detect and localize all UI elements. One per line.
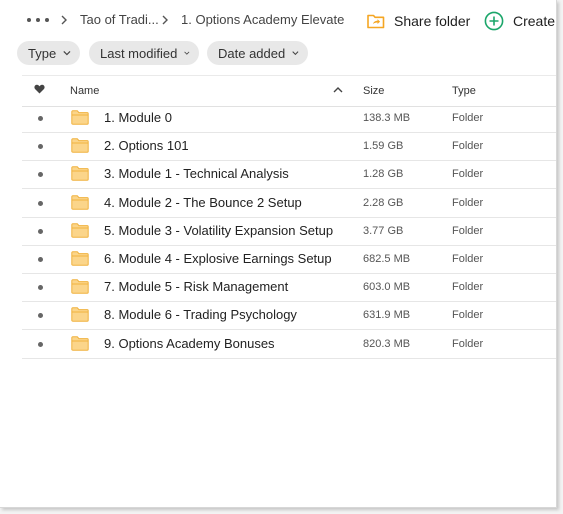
- folder-icon: [71, 138, 89, 153]
- breadcrumb-item-parent[interactable]: Tao of Tradi...: [80, 12, 159, 27]
- plus-circle-icon: [484, 11, 504, 31]
- sort-ascending-icon[interactable]: [333, 86, 343, 93]
- file-size: 1.28 GB: [363, 168, 404, 181]
- column-header-type[interactable]: Type: [452, 85, 476, 97]
- chevron-down-icon: [63, 51, 71, 56]
- table-row[interactable]: 5. Module 3 - Volatility Expansion Setup…: [22, 217, 556, 246]
- file-name[interactable]: 3. Module 1 - Technical Analysis: [104, 166, 289, 181]
- file-size: 631.9 MB: [363, 309, 411, 322]
- file-name[interactable]: 1. Module 0: [104, 110, 172, 125]
- table-row[interactable]: 1. Module 0 138.3 MB Folder: [22, 104, 556, 133]
- file-name[interactable]: 7. Module 5 - Risk Management: [104, 279, 288, 294]
- table-row[interactable]: 4. Module 2 - The Bounce 2 Setup 2.28 GB F…: [22, 189, 556, 218]
- file-size: 682.5 MB: [363, 253, 411, 265]
- chevron-right-icon: [61, 15, 67, 25]
- folder-icon: [71, 194, 89, 210]
- folder-icon: [71, 166, 89, 182]
- table-header: Name Size Type: [22, 75, 556, 107]
- folder-icon: [71, 110, 89, 125]
- filter-type[interactable]: Type: [17, 41, 80, 65]
- file-type: Folder: [452, 196, 484, 209]
- file-type: Folder: [452, 309, 484, 322]
- favorite-toggle[interactable]: [38, 172, 43, 178]
- shared-folder-icon: [367, 14, 385, 29]
- file-type: Folder: [452, 224, 484, 237]
- file-name[interactable]: 2. Options 101: [104, 138, 189, 153]
- favorite-toggle[interactable]: [38, 257, 43, 262]
- heart-icon[interactable]: [34, 84, 45, 94]
- file-type: Folder: [452, 112, 484, 124]
- table-row[interactable]: 7. Module 5 - Risk Management 603.0 MB Fol…: [22, 273, 556, 303]
- favorite-toggle[interactable]: [38, 285, 43, 291]
- file-size: 820.3 MB: [363, 337, 411, 350]
- file-size: 138.3 MB: [363, 112, 411, 124]
- file-browser-window: Tao of Tradi... 1. Options Academy Eleva…: [0, 0, 557, 508]
- favorite-toggle[interactable]: [38, 116, 43, 121]
- favorite-toggle[interactable]: [38, 341, 43, 347]
- share-folder-button[interactable]: Share folder: [367, 10, 470, 32]
- table-row[interactable]: 9. Options Academy Bonuses 820.3 MB Folder: [22, 330, 556, 359]
- file-type: Folder: [452, 168, 484, 181]
- file-type: Folder: [452, 337, 484, 350]
- column-header-name[interactable]: Name: [70, 85, 99, 97]
- breadcrumb: Tao of Tradi... 1. Options Academy Eleva…: [0, 0, 556, 40]
- table-row[interactable]: 6. Module 4 - Explosive Earnings Setup 68…: [22, 245, 556, 274]
- filter-type-label: Type: [28, 45, 57, 61]
- file-name[interactable]: 9. Options Academy Bonuses: [104, 336, 275, 351]
- share-folder-label: Share folder: [394, 13, 471, 29]
- folder-icon: [71, 335, 89, 351]
- file-type: Folder: [452, 140, 484, 153]
- table-row[interactable]: 2. Options 101 1.59 GB Folder: [22, 132, 556, 162]
- file-type: Folder: [452, 281, 484, 294]
- file-type: Folder: [452, 253, 484, 265]
- filter-last-modified-label: Last modified: [100, 45, 178, 61]
- chevron-down-icon: [292, 51, 299, 56]
- chevron-down-icon: [184, 51, 190, 55]
- favorite-toggle[interactable]: [38, 228, 43, 234]
- folder-icon: [71, 223, 89, 238]
- column-header-size[interactable]: Size: [363, 85, 384, 97]
- table-row[interactable]: 3. Module 1 - Technical Analysis 1.28 GB F…: [22, 160, 556, 190]
- create-label: Create fo: [513, 13, 556, 29]
- ellipsis-icon[interactable]: [27, 11, 49, 29]
- table-row[interactable]: 8. Module 6 - Trading Psychology 631.9 MB…: [22, 301, 556, 331]
- file-size: 2.28 GB: [363, 196, 404, 209]
- chevron-right-icon: [162, 15, 168, 25]
- filter-date-added-label: Date added: [218, 45, 286, 61]
- folder-icon: [71, 251, 89, 266]
- file-name[interactable]: 5. Module 3 - Volatility Expansion Setup: [104, 223, 333, 238]
- breadcrumb-item-current[interactable]: 1. Options Academy Elevate: [181, 12, 344, 27]
- file-name[interactable]: 6. Module 4 - Explosive Earnings Setup: [104, 251, 332, 266]
- file-name[interactable]: 8. Module 6 - Trading Psychology: [104, 307, 297, 322]
- folder-icon: [71, 307, 89, 323]
- favorite-toggle[interactable]: [38, 200, 43, 206]
- file-size: 603.0 MB: [363, 281, 411, 294]
- file-size: 1.59 GB: [363, 140, 404, 153]
- filter-last-modified[interactable]: Last modified: [89, 41, 199, 65]
- file-size: 3.77 GB: [363, 224, 404, 237]
- favorite-toggle[interactable]: [38, 313, 43, 319]
- favorite-toggle[interactable]: [38, 144, 43, 150]
- file-name[interactable]: 4. Module 2 - The Bounce 2 Setup: [104, 195, 302, 210]
- filter-date-added[interactable]: Date added: [207, 41, 308, 65]
- create-button[interactable]: Create fo: [484, 10, 556, 32]
- folder-icon: [71, 279, 89, 294]
